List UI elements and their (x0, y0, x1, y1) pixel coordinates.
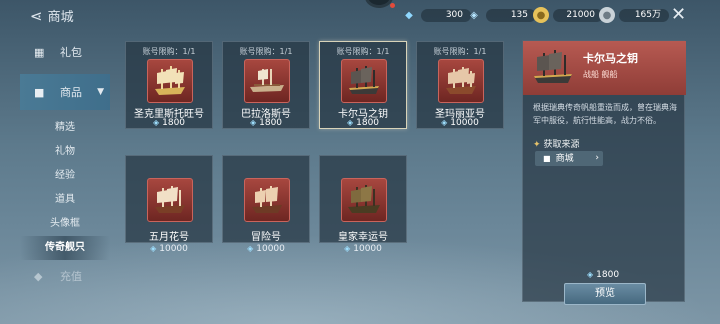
sidebar-sub-legendary-ships[interactable]: 传奇舰只 (20, 236, 110, 260)
ship-image (341, 59, 387, 103)
bag-icon: ■ (34, 85, 45, 99)
notification-orb-icon[interactable] (365, 0, 395, 8)
ship-name: 五月花号 (149, 232, 189, 243)
sidebar: ▦ 礼包 ■ 商品 ▼ 精选 礼物 经验 道具 头像框 传奇舰只 ◆ 充值 (20, 36, 110, 324)
sidebar-sub-items[interactable]: 道具 (20, 188, 110, 212)
purchase-limit: 账号限购：1/1 (433, 47, 487, 56)
ship-card[interactable]: 冒险号 (222, 155, 310, 243)
diamond-icon: ◆ (405, 9, 413, 21)
page-title: 商城 (47, 10, 74, 25)
sidebar-item-label: 礼包 (60, 46, 82, 59)
ship-card[interactable]: 账号限购：1/1 巴拉洛斯号 ◈ 1800 (222, 41, 310, 129)
sidebar-item-gift[interactable]: ▦ 礼包 (20, 36, 110, 68)
preview-button[interactable]: 预览 (564, 283, 646, 305)
gem-icon: ◈ (152, 118, 160, 127)
price-value: 1800 (259, 118, 283, 128)
ship-price: ◈ 10000 (222, 244, 310, 254)
gem-icon: ◈ (247, 244, 254, 253)
item-detail-panel: 卡尔马之钥 战船 舰船 根据瑞典传奇帆船重造而成，曾在瑞典海军中服役，航行性能高… (522, 40, 686, 305)
source-shop-label: 商城 (555, 154, 574, 164)
price-value: 1800 (596, 270, 620, 280)
ship-image (244, 178, 290, 222)
gem-icon: ◈ (441, 118, 448, 127)
ship-price: ◈ 10000 (125, 244, 213, 254)
gem-icon: ◈ (344, 244, 351, 253)
ship-price: ◈ 10000 (319, 244, 407, 254)
sidebar-item-label: 充值 (60, 270, 82, 283)
source-label: 获取来源 (543, 140, 580, 150)
currency-value: 300 (421, 8, 471, 22)
price-value: 10000 (450, 118, 479, 128)
sidebar-item-label: 商品 (60, 86, 82, 99)
purchase-limit: 账号限购：1/1 (336, 47, 390, 56)
top-bar: ⋖ 商城 ◆ 300 ◈ 135 ● 21000 ● 165万 ✕ (0, 0, 720, 30)
purchase-limit: 账号限购：1/1 (239, 47, 293, 56)
detail-price: ◈ 1800 (587, 270, 619, 280)
ship-image (244, 59, 290, 103)
gem-icon: ◈ (587, 270, 594, 279)
currency-value: 135 (486, 8, 536, 22)
ship-image (341, 178, 387, 222)
currency-silver[interactable]: ● 165万 (599, 7, 669, 23)
sidebar-item-recharge[interactable]: ◆ 充值 (20, 260, 110, 292)
gem-icon: ◈ (470, 9, 478, 21)
ship-image (438, 59, 484, 103)
ship-name: 冒险号 (251, 232, 281, 243)
gem-icon: ◈ (150, 244, 157, 253)
price-value: 10000 (256, 244, 285, 254)
ship-card[interactable]: 账号限购：1/1 圣克里斯托旺号 ◈ 1800 (125, 41, 213, 129)
gift-icon: ▦ (34, 45, 45, 59)
ship-card[interactable]: 五月花号 (125, 155, 213, 243)
source-heading: ✦ 获取来源 (533, 137, 580, 150)
currency-value: 165万 (619, 8, 669, 22)
bag-icon: ■ (543, 154, 551, 163)
price-value: 1800 (162, 118, 186, 128)
gold-coin-icon: ● (533, 7, 549, 23)
ship-price: ◈ 1800 (223, 118, 309, 128)
bullet-icon: ✦ (533, 140, 541, 150)
price-value: 10000 (353, 244, 382, 254)
detail-tags: 战船 舰船 (583, 70, 618, 79)
purchase-limit: 账号限购：1/1 (142, 47, 196, 56)
chevron-right-icon: › (595, 153, 599, 163)
gem-icon: ◈ (249, 118, 257, 127)
currency-diamond[interactable]: ◆ 300 (401, 8, 471, 22)
sidebar-sub-exp[interactable]: 经验 (20, 164, 110, 188)
sidebar-sub-gifts[interactable]: 礼物 (20, 140, 110, 164)
ship-name: 皇家幸运号 (338, 232, 388, 243)
close-icon[interactable]: ✕ (671, 4, 686, 25)
ship-image (147, 178, 193, 222)
currency-value: 21000 (553, 8, 603, 22)
detail-header: 卡尔马之钥 战船 舰船 (523, 41, 686, 95)
ship-price: ◈ 10000 (417, 118, 503, 128)
gem-icon: ◈ (346, 118, 354, 127)
sidebar-sub-featured[interactable]: 精选 (20, 116, 110, 140)
ship-price: ◈ 1800 (320, 118, 406, 128)
sidebar-sub-avatar-frame[interactable]: 头像框 (20, 212, 110, 236)
back-arrow-icon: ⋖ (30, 7, 43, 25)
price-value: 1800 (356, 118, 380, 128)
back-button[interactable]: ⋖ 商城 (30, 6, 74, 25)
ship-image (147, 59, 193, 103)
currency-gold[interactable]: ● 21000 (533, 7, 603, 23)
ship-price: ◈ 1800 (126, 118, 212, 128)
ship-card[interactable]: 皇家幸运号 (319, 155, 407, 243)
detail-title: 卡尔马之钥 (583, 52, 638, 65)
ship-image (531, 46, 575, 90)
source-shop-button[interactable]: ■ 商城 › (535, 151, 603, 166)
currency-gem[interactable]: ◈ 135 (466, 8, 536, 22)
ship-card[interactable]: 账号限购：1/1 圣玛丽亚号 ◈ 10000 (416, 41, 504, 129)
price-value: 10000 (159, 244, 188, 254)
chevron-down-icon: ▼ (97, 87, 104, 97)
detail-description: 根据瑞典传奇帆船重造而成，曾在瑞典海军中服役，航行性能高，战力不俗。 (533, 103, 677, 125)
diamond-icon: ◆ (34, 269, 43, 283)
ship-card-selected[interactable]: 账号限购：1/1 卡尔马之钥 ◈ 1800 (319, 41, 407, 129)
silver-coin-icon: ● (599, 7, 615, 23)
sidebar-item-shop[interactable]: ■ 商品 ▼ (20, 74, 110, 110)
